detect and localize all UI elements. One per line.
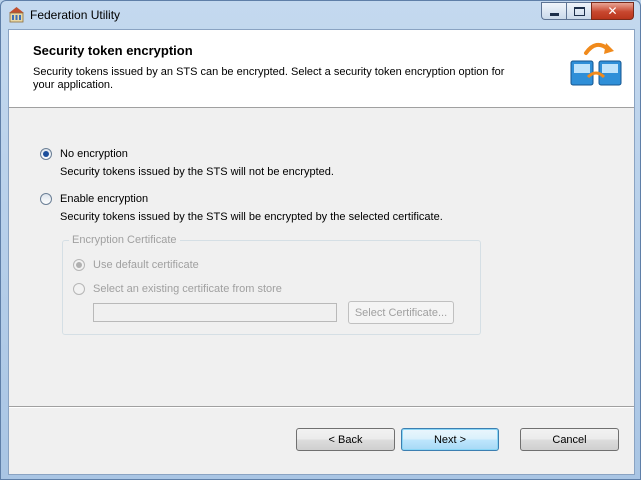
minimize-icon	[549, 12, 559, 16]
next-button[interactable]: Next >	[401, 428, 499, 451]
radio-selected-dot	[76, 262, 82, 268]
maximize-icon	[573, 6, 585, 16]
use-default-certificate-option[interactable]: Use default certificate	[73, 259, 199, 271]
radio-selected-dot	[43, 151, 49, 157]
certificate-name-field[interactable]	[93, 303, 337, 322]
enable-encryption-description: Security tokens issued by the STS will b…	[60, 211, 443, 223]
encryption-certificate-legend: Encryption Certificate	[69, 234, 180, 246]
application-window: Federation Utility ✕ Security token encr…	[0, 0, 641, 480]
no-encryption-label[interactable]: No encryption	[60, 148, 128, 160]
minimize-button[interactable]	[541, 2, 566, 20]
select-certificate-button[interactable]: Select Certificate...	[348, 301, 454, 324]
maximize-button[interactable]	[566, 2, 591, 20]
no-encryption-radio[interactable]	[40, 148, 52, 160]
no-encryption-option[interactable]: No encryption	[40, 148, 128, 160]
close-button[interactable]: ✕	[591, 2, 634, 20]
federation-exchange-icon	[570, 42, 622, 86]
federation-app-icon	[9, 7, 24, 23]
select-existing-certificate-option[interactable]: Select an existing certificate from stor…	[73, 283, 282, 295]
wizard-header: Security token encryption Security token…	[9, 30, 634, 108]
cancel-button[interactable]: Cancel	[520, 428, 619, 451]
back-button[interactable]: < Back	[296, 428, 395, 451]
use-default-certificate-radio[interactable]	[73, 259, 85, 271]
enable-encryption-label[interactable]: Enable encryption	[60, 193, 148, 205]
wizard-client-area: Security token encryption Security token…	[8, 29, 635, 475]
select-existing-certificate-radio[interactable]	[73, 283, 85, 295]
select-existing-certificate-label[interactable]: Select an existing certificate from stor…	[93, 283, 282, 295]
close-icon: ✕	[607, 4, 618, 18]
footer-divider	[9, 406, 634, 408]
enable-encryption-radio[interactable]	[40, 193, 52, 205]
window-title: Federation Utility	[30, 8, 121, 22]
title-bar[interactable]: Federation Utility ✕	[1, 1, 640, 28]
no-encryption-description: Security tokens issued by the STS will n…	[60, 166, 334, 178]
enable-encryption-option[interactable]: Enable encryption	[40, 193, 148, 205]
window-controls: ✕	[541, 2, 634, 20]
page-title: Security token encryption	[33, 43, 193, 58]
page-description: Security tokens issued by an STS can be …	[33, 66, 505, 91]
use-default-certificate-label[interactable]: Use default certificate	[93, 259, 199, 271]
